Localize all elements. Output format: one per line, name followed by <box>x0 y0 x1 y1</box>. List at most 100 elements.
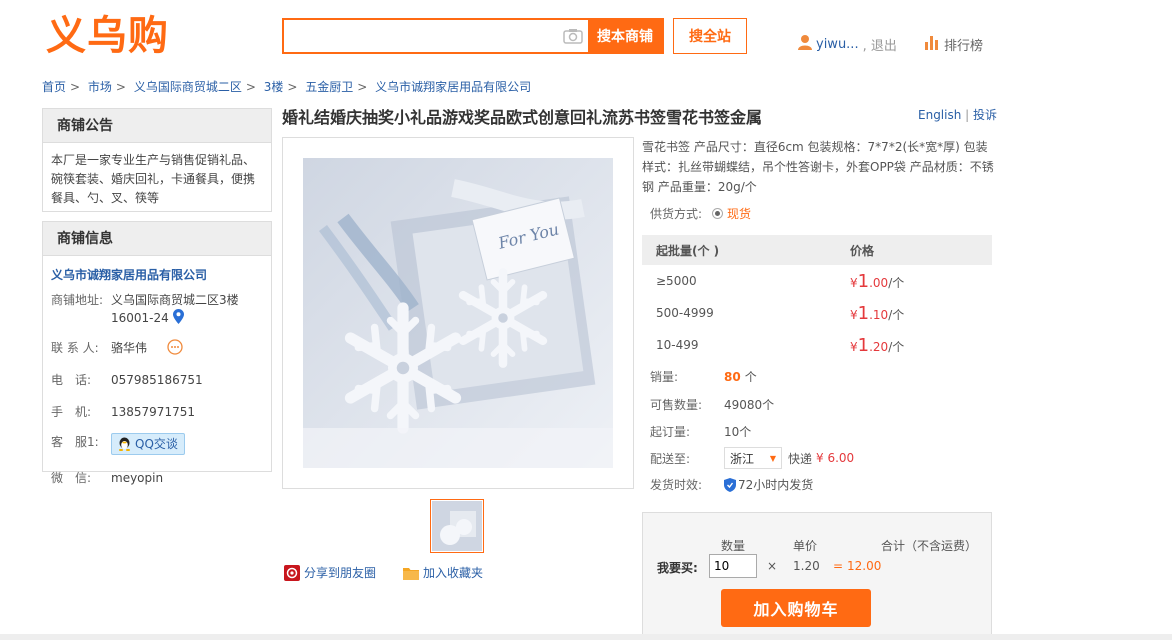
province-select[interactable]: 浙江 ▼ <box>724 447 782 469</box>
qty-header: 起批量(个 ) <box>656 243 720 258</box>
breadcrumb-category[interactable]: 五金厨卫 <box>305 80 353 94</box>
equals-sign: = <box>833 559 844 573</box>
contact-label: 联 系 人: <box>51 341 99 355</box>
province-value: 浙江 <box>730 451 755 466</box>
unit-col-header: 单价 <box>793 539 818 553</box>
qq-penguin-icon <box>118 437 131 451</box>
site-logo[interactable]: 义乌购 <box>46 10 169 62</box>
ranking-label: 排行榜 <box>944 38 984 54</box>
shop-notice-panel: 商铺公告 本厂是一家专业生产与销售促销礼品、碗筷套装、婚庆回礼，卡通餐具，便携餐… <box>42 108 272 212</box>
sales-row: 销量: 80 个 <box>650 368 757 385</box>
tier-price: ¥1.10/个 <box>850 302 905 324</box>
snowflake-bookmark-photo: For You <box>303 158 613 468</box>
search-site-button[interactable]: 搜全站 <box>673 18 747 54</box>
breadcrumb-market[interactable]: 市场 <box>88 80 112 94</box>
user-box: yiwu... , 退出 <box>798 34 897 54</box>
price-row: 500-4999 ¥1.10/个 <box>642 297 992 329</box>
mobile-value: 13857971751 <box>111 405 195 419</box>
tier-price: ¥1.20/个 <box>850 334 905 356</box>
breadcrumb-shop[interactable]: 义乌市诚翔家居用品有限公司 <box>375 80 531 94</box>
moq-row: 起订量: 10个 <box>650 423 751 440</box>
delivery-label: 发货时效: <box>650 478 703 492</box>
breadcrumb-floor[interactable]: 3楼 <box>264 80 284 94</box>
breadcrumb-district[interactable]: 义乌国际商贸城二区 <box>134 80 242 94</box>
chat-icon[interactable] <box>167 339 183 357</box>
supply-row: 供货方式: 现货 <box>650 205 751 222</box>
service-row: 客 服1: QQ交谈 <box>43 425 271 459</box>
product-thumbnail[interactable] <box>430 499 484 553</box>
search-bar: 搜本商铺 <box>282 18 664 54</box>
share-moments-link[interactable]: 分享到朋友圈 <box>284 564 376 581</box>
stock-row: 可售数量: 49080个 <box>650 396 774 413</box>
phone-label: 电 话: <box>51 373 92 387</box>
ranking-link[interactable]: 排行榜 <box>924 34 983 54</box>
bar-chart-icon <box>924 34 940 54</box>
search-store-button[interactable]: 搜本商铺 <box>588 20 662 52</box>
phone-row: 电 话: 057985186751 <box>43 361 271 393</box>
stock-label: 可售数量: <box>650 398 703 412</box>
tier-price: ¥1.00/个 <box>850 270 905 292</box>
camera-icon[interactable] <box>558 20 588 52</box>
times-sign: × <box>767 559 778 573</box>
moq-label: 起订量: <box>650 425 691 439</box>
add-to-cart-button[interactable]: 加入购物车 <box>721 589 871 627</box>
shop-company-link[interactable]: 义乌市诚翔家居用品有限公司 <box>43 256 271 287</box>
unit-price: 1.20 <box>793 559 820 573</box>
qty-col-header: 数量 <box>721 539 746 553</box>
notice-title: 商铺公告 <box>43 109 271 143</box>
tier-qty: 500-4999 <box>656 306 714 320</box>
product-title: 婚礼结婚庆抽奖小礼品游戏奖品欧式创意回礼流苏书签雪花书签金属 <box>282 108 763 127</box>
supply-option[interactable]: 现货 <box>712 205 751 222</box>
map-pin-icon[interactable] <box>172 309 184 329</box>
qq-chat-button[interactable]: QQ交谈 <box>111 433 185 455</box>
sales-value: 80 <box>724 369 741 384</box>
phone-value: 057985186751 <box>111 373 203 387</box>
moq-value: 10个 <box>724 425 752 439</box>
breadcrumb-home[interactable]: 首页 <box>42 80 66 94</box>
product-description: 雪花书签 产品尺寸：直径6cm 包装规格：7*7*2(长*宽*厚) 包装样式：扎… <box>642 140 994 194</box>
add-favorite-link[interactable]: 加入收藏夹 <box>403 564 483 581</box>
wechat-moments-icon <box>284 564 300 581</box>
price-table: 起批量(个 ) 价格 ≥5000 ¥1.00/个 500-4999 ¥1.10/… <box>642 235 992 361</box>
supply-option-label: 现货 <box>727 207 752 221</box>
buy-label: 我要买: <box>657 561 698 575</box>
contact-name: 骆华伟 <box>111 341 148 355</box>
delivery-value: 72小时内发货 <box>738 478 814 492</box>
english-link[interactable]: English <box>918 108 961 122</box>
bottom-bar <box>0 634 1172 640</box>
chevron-down-icon: ▼ <box>769 453 776 463</box>
mobile-label: 手 机: <box>51 405 92 419</box>
wechat-row: 微 信: meyopin <box>43 459 271 491</box>
price-row: 10-499 ¥1.20/个 <box>642 329 992 361</box>
buy-box: 数量 单价 合计（不含运费） 我要买: × 1.20 = 12.00 加入购物车 <box>642 512 992 640</box>
total-price: 12.00 <box>847 559 882 573</box>
product-main-image[interactable]: For You <box>282 137 634 489</box>
share-label: 分享到朋友圈 <box>304 566 377 580</box>
fav-label: 加入收藏夹 <box>423 566 484 580</box>
shop-info-title: 商铺信息 <box>43 222 271 256</box>
service-label: 客 服1: <box>51 435 99 449</box>
breadcrumb: 首页 > 市场 > 义乌国际商贸城二区 > 3楼 > 五金厨卫 > 义乌市诚翔家居用品有限… <box>42 80 532 94</box>
delivery-row: 发货时效: 72小时内发货 <box>650 476 813 493</box>
address-line2: 16001-24 <box>111 311 169 325</box>
search-input[interactable] <box>284 20 558 52</box>
price-table-header: 起批量(个 ) 价格 <box>642 235 992 265</box>
wechat-label: 微 信: <box>51 471 92 485</box>
address-line1: 义乌国际商贸城二区3楼 <box>111 293 239 307</box>
quantity-input[interactable] <box>709 554 757 578</box>
total-col-header: 合计（不含运费） <box>881 539 978 553</box>
tier-qty: ≥5000 <box>656 274 697 288</box>
sales-unit: 个 <box>744 370 757 384</box>
username-link[interactable]: yiwu... <box>816 37 859 52</box>
mobile-row: 手 机: 13857971751 <box>43 393 271 425</box>
price-header: 价格 <box>850 243 875 258</box>
ship-label: 配送至: <box>650 451 691 466</box>
shipping-row: 配送至: 浙江 ▼ 快递 ¥ 6.00 <box>650 447 854 469</box>
price-row: ≥5000 ¥1.00/个 <box>642 265 992 297</box>
complaint-link[interactable]: 投诉 <box>973 108 997 122</box>
logout-link[interactable]: , 退出 <box>863 35 897 54</box>
shop-info-panel: 商铺信息 义乌市诚翔家居用品有限公司 商铺地址: 义乌国际商贸城二区3楼 160… <box>42 221 272 485</box>
supply-radio[interactable] <box>712 208 724 219</box>
tier-qty: 10-499 <box>656 338 699 352</box>
shield-icon <box>724 477 736 492</box>
